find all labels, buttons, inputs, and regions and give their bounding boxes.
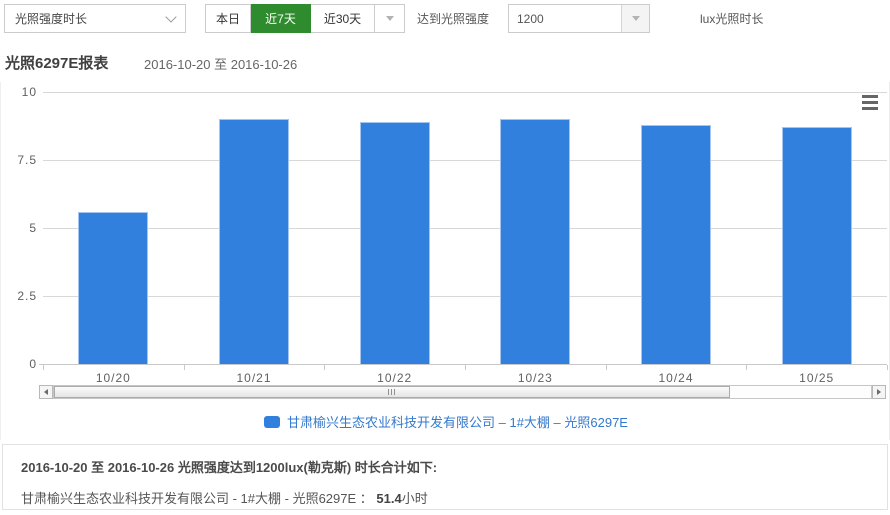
x-axis-label: 10/24 bbox=[606, 371, 747, 385]
range-more-button[interactable] bbox=[375, 4, 405, 33]
date-range-button-group: 本日 近7天 近30天 bbox=[205, 4, 405, 33]
chevron-down-icon bbox=[165, 11, 176, 22]
bar[interactable] bbox=[782, 127, 852, 364]
x-axis-line bbox=[39, 364, 887, 365]
x-axis-tick bbox=[324, 365, 325, 370]
page-title: 光照6297E报表 bbox=[5, 52, 108, 73]
legend-label: 甘肃榆兴生态农业科技开发有限公司 – 1#大棚 – 光照6297E bbox=[287, 412, 628, 431]
caret-down-icon bbox=[632, 16, 640, 21]
y-gridline bbox=[43, 92, 887, 93]
x-axis-label: 10/22 bbox=[324, 371, 465, 385]
scrollbar-right-button[interactable] bbox=[872, 385, 886, 399]
x-axis-label: 10/20 bbox=[43, 371, 184, 385]
bar[interactable] bbox=[219, 119, 289, 364]
summary-total-value: 51.4 bbox=[376, 491, 401, 506]
report-date-range: 2016-10-20 至 2016-10-26 bbox=[144, 54, 297, 73]
range-button-today[interactable]: 本日 bbox=[205, 4, 251, 33]
summary-box: 2016-10-20 至 2016-10-26 光照强度达到1200lux(勒克… bbox=[2, 444, 888, 510]
y-gridline bbox=[43, 160, 887, 161]
x-axis-tick bbox=[606, 365, 607, 370]
threshold-input[interactable] bbox=[509, 5, 621, 32]
chart-menu-icon[interactable] bbox=[862, 95, 882, 113]
range-button-30days[interactable]: 近30天 bbox=[311, 4, 375, 33]
x-axis-tick bbox=[887, 365, 888, 370]
x-axis-label: 10/25 bbox=[746, 371, 887, 385]
x-axis-tick bbox=[746, 365, 747, 370]
x-axis-label: 10/21 bbox=[184, 371, 325, 385]
legend-swatch bbox=[264, 416, 280, 428]
summary-total: 甘肃榆兴生态农业科技开发有限公司 - 1#大棚 - 光照6297E ： 51.4… bbox=[21, 488, 869, 507]
y-axis-label: 10 bbox=[5, 85, 37, 99]
bar[interactable] bbox=[360, 122, 430, 364]
arrow-right-icon bbox=[877, 389, 881, 395]
x-axis-tick bbox=[43, 365, 44, 370]
y-gridline bbox=[43, 296, 887, 297]
summary-heading: 2016-10-20 至 2016-10-26 光照强度达到1200lux(勒克… bbox=[21, 457, 869, 476]
x-axis-tick bbox=[184, 365, 185, 370]
threshold-input-group bbox=[508, 4, 650, 33]
threshold-label: 达到光照强度 bbox=[417, 4, 489, 33]
threshold-dropdown-button[interactable] bbox=[621, 5, 649, 32]
bar-chart: 甘肃榆兴生态农业科技开发有限公司 – 1#大棚 – 光照6297E 0 2.5 5 7… bbox=[0, 82, 890, 440]
x-axis-tick bbox=[465, 365, 466, 370]
scrollbar-left-button[interactable] bbox=[39, 385, 53, 399]
bar[interactable] bbox=[641, 125, 711, 364]
caret-down-icon bbox=[386, 16, 394, 21]
bar[interactable] bbox=[78, 212, 148, 364]
arrow-left-icon bbox=[44, 389, 48, 395]
x-axis-label: 10/23 bbox=[465, 371, 606, 385]
scrollbar-thumb[interactable] bbox=[54, 386, 730, 398]
unit-label: lux光照时长 bbox=[700, 4, 763, 33]
bar[interactable] bbox=[500, 119, 570, 364]
range-button-7days[interactable]: 近7天 bbox=[251, 4, 311, 33]
y-axis-label: 2.5 bbox=[5, 289, 37, 303]
metric-select-value: 光照强度时长 bbox=[15, 10, 87, 27]
legend[interactable]: 甘肃榆兴生态农业科技开发有限公司 – 1#大棚 – 光照6297E bbox=[1, 412, 890, 431]
y-axis-label: 0 bbox=[5, 357, 37, 371]
metric-select[interactable]: 光照强度时长 bbox=[4, 4, 186, 33]
y-axis-label: 7.5 bbox=[5, 153, 37, 167]
y-axis-label: 5 bbox=[5, 221, 37, 235]
y-gridline bbox=[43, 228, 887, 229]
